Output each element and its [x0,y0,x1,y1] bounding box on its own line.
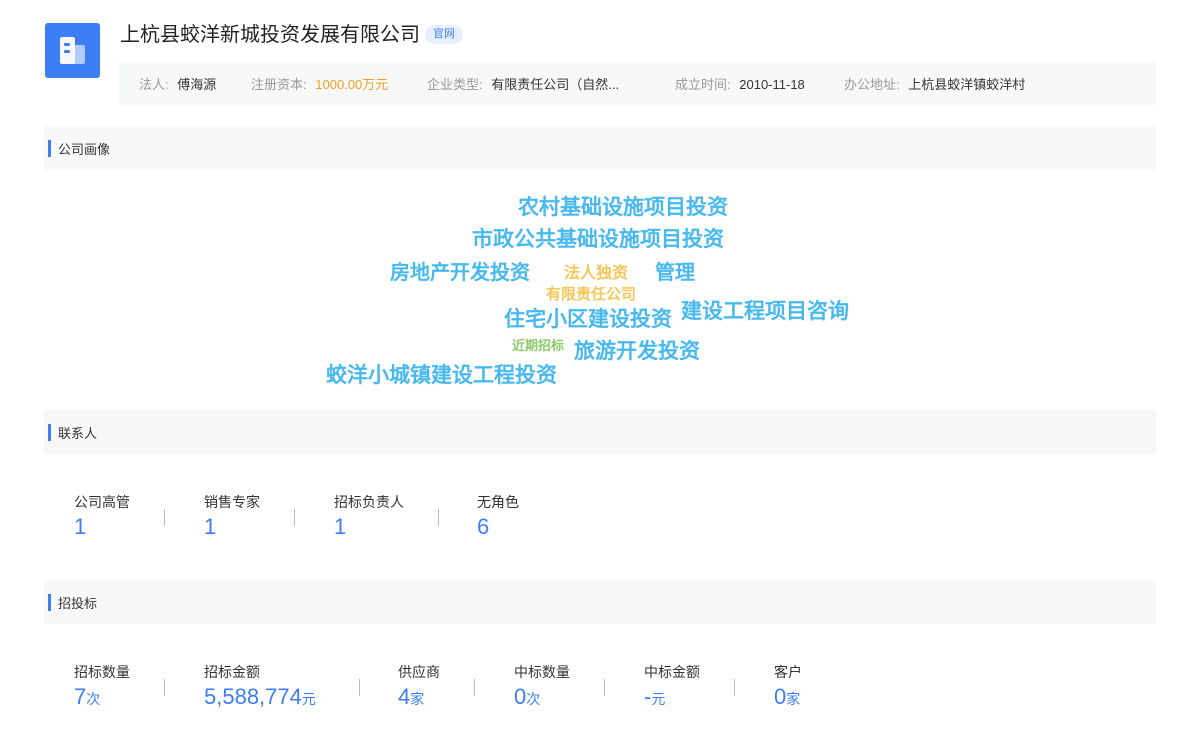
stat-unit: 元 [651,691,666,707]
registered-capital: 注册资本: 1000.00万元 [251,74,388,93]
section-header-bidding: 招投标 [44,580,1156,624]
stat-number: 7 [74,684,87,709]
stat-number: 4 [398,684,411,709]
bid-stat-win-amount[interactable]: 中标金额 -元 [644,662,700,710]
bid-stat-tender-count[interactable]: 招标数量 7次 [74,662,130,710]
contact-stat-sales-experts[interactable]: 销售专家 1 [204,492,260,540]
stat-value: 0次 [514,684,570,710]
stat-unit: 家 [410,691,425,707]
building-icon [60,37,85,64]
word-cloud-item[interactable]: 住宅小区建设投资 [504,303,672,333]
stat-label: 公司高管 [74,494,130,510]
stat-divider [359,679,360,696]
word-cloud-item[interactable]: 旅游开发投资 [574,335,700,365]
section-title: 招投标 [58,596,98,611]
stat-unit: 次 [86,691,101,707]
founded-label: 成立时间: [675,77,731,92]
stat-value: 7次 [74,684,130,710]
section-header-contacts: 联系人 [44,410,1156,454]
bid-stat-tender-amount[interactable]: 招标金额 5,588,774元 [204,662,316,710]
word-cloud-item[interactable]: 市政公共基础设施项目投资 [472,223,724,253]
stat-divider [164,679,165,696]
legal-person-label: 法人: [139,77,169,92]
stat-value: 1 [204,514,217,539]
word-cloud-item[interactable]: 法人独资 [564,259,628,283]
section-title: 公司画像 [58,142,111,157]
section-accent-bar [48,140,51,157]
company-type: 企业类型: 有限责任公司（自然... [427,74,619,93]
stat-label: 招标负责人 [334,494,404,510]
stat-label: 客户 [774,664,802,680]
stat-divider [438,509,439,526]
word-cloud-item[interactable]: 有限责任公司 [546,283,636,304]
stat-divider [474,679,475,696]
stat-value: 6 [477,514,490,539]
stat-unit: 家 [786,691,801,707]
type-value: 有限责任公司（自然... [491,77,620,92]
capital-label: 注册资本: [251,77,307,92]
stat-label: 无角色 [477,494,519,510]
address-value: 上杭县蛟洋镇蛟洋村 [908,77,1026,92]
stat-number: 0 [514,684,527,709]
word-cloud-item[interactable]: 蛟洋小城镇建设工程投资 [326,359,557,389]
section-accent-bar [48,594,51,611]
type-label: 企业类型: [427,77,483,92]
section-header-portrait: 公司画像 [44,126,1156,170]
official-site-tag[interactable]: 官网 [425,25,463,44]
bid-stat-win-count[interactable]: 中标数量 0次 [514,662,570,710]
stat-value: 1 [334,514,347,539]
stat-number: 5,588,774 [204,684,302,709]
contact-stat-executives[interactable]: 公司高管 1 [74,492,130,540]
stat-label: 招标金额 [204,664,260,680]
stat-value: 5,588,774元 [204,684,316,710]
section-title: 联系人 [58,426,98,441]
capital-value: 1000.00万元 [315,77,389,92]
office-address: 办公地址: 上杭县蛟洋镇蛟洋村 [844,74,1025,93]
stat-label: 销售专家 [204,494,260,510]
address-label: 办公地址: [844,77,900,92]
word-cloud-item[interactable]: 管理 [655,256,695,285]
stat-divider [164,509,165,526]
stat-value: 1 [74,514,87,539]
company-name: 上杭县蛟洋新城投资发展有限公司 [120,24,420,46]
word-cloud-item[interactable]: 农村基础设施项目投资 [518,191,728,221]
stat-divider [294,509,295,526]
stat-label: 招标数量 [74,664,130,680]
stat-value: 4家 [398,684,440,710]
founded-value: 2010-11-18 [739,77,805,92]
bid-stat-customers[interactable]: 客户 0家 [774,662,802,710]
word-cloud-item[interactable]: 近期招标 [512,335,564,354]
section-accent-bar [48,424,51,441]
stat-number: 0 [774,684,787,709]
company-logo [45,23,100,78]
stat-unit: 元 [301,691,316,707]
stat-label: 中标数量 [514,664,570,680]
stat-value: -元 [644,684,700,710]
word-cloud-item[interactable]: 建设工程项目咨询 [681,295,849,325]
company-info-bar: 法人: 傅海源 注册资本: 1000.00万元 企业类型: 有限责任公司（自然.… [119,62,1156,105]
contact-stat-bid-owners[interactable]: 招标负责人 1 [334,492,404,540]
legal-person: 法人: 傅海源 [139,74,216,93]
contact-stat-no-role[interactable]: 无角色 6 [477,492,519,540]
bid-stat-suppliers[interactable]: 供应商 4家 [398,662,440,710]
stat-label: 供应商 [398,664,440,680]
stat-value: 0家 [774,684,802,710]
word-cloud-item[interactable]: 房地产开发投资 [390,256,530,285]
founded-date: 成立时间: 2010-11-18 [675,74,805,93]
stat-divider [604,679,605,696]
stat-label: 中标金额 [644,664,700,680]
stat-unit: 次 [526,691,541,707]
legal-person-value[interactable]: 傅海源 [177,77,216,92]
stat-divider [734,679,735,696]
